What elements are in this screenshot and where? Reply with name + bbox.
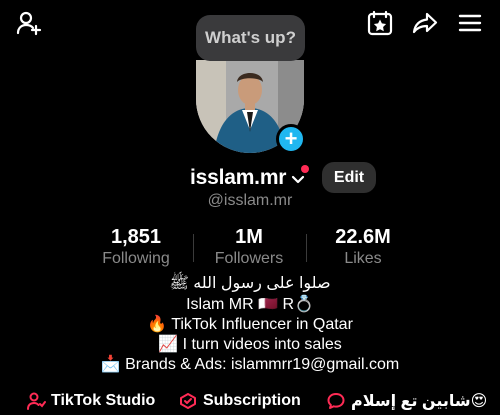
stat-followers[interactable]: 1M Followers: [194, 226, 304, 270]
tiktok-studio-link[interactable]: TikTok Studio: [26, 390, 155, 412]
stat-value: 1,851: [110, 226, 162, 248]
status-bubble-text: What's up?: [205, 28, 296, 47]
subscription-icon: [180, 393, 196, 409]
stat-label: Following: [102, 250, 170, 267]
subscription-link[interactable]: Subscription: [178, 390, 301, 412]
stat-label: Followers: [214, 250, 284, 267]
chevron-down-icon: [292, 175, 305, 183]
stat-likes[interactable]: 22.6M Likes: [308, 226, 418, 270]
tiktok-studio-label: TikTok Studio: [51, 392, 156, 409]
status-bubble[interactable]: What's up?: [196, 15, 305, 61]
stat-value: 22.6M: [335, 226, 391, 248]
stat-value: 1M: [235, 226, 263, 248]
add-story-button[interactable]: +: [276, 124, 306, 154]
edit-profile-label: Edit: [333, 168, 365, 186]
bio-line: 📈 I turn videos into sales: [158, 336, 342, 353]
account-switcher[interactable]: isslam.mr: [190, 164, 309, 192]
calendar-star-icon[interactable]: [365, 8, 395, 38]
username: isslam.mr: [190, 166, 287, 189]
stat-label: Likes: [344, 250, 382, 267]
share-icon[interactable]: [410, 8, 440, 38]
creator-icon: [27, 392, 46, 410]
plus-icon: +: [284, 126, 298, 151]
bio-email-link[interactable]: 📩 Brands & Ads: islammrr19@gmail.com: [0, 356, 500, 374]
user-handle: @isslam.mr: [207, 192, 293, 209]
group-chat-link[interactable]: شابين تع إسلام😍: [326, 390, 487, 412]
subscription-label: Subscription: [203, 392, 301, 409]
bio-line: صلوا على رسول الله ﷺ: [169, 275, 331, 292]
edit-profile-button[interactable]: Edit: [322, 162, 376, 193]
bio-line: Islam MR 🇶🇦 R💍: [186, 296, 314, 313]
menu-icon[interactable]: [455, 8, 485, 38]
stat-following[interactable]: 1,851 Following: [81, 226, 191, 270]
notification-dot: [301, 165, 309, 173]
stat-divider: [306, 234, 307, 262]
bio-line: 🔥 TikTok Influencer in Qatar: [147, 316, 353, 333]
chat-bubble-icon: [327, 393, 345, 409]
group-chat-label: شابين تع إسلام😍: [351, 393, 488, 410]
add-friend-icon[interactable]: [14, 8, 44, 38]
